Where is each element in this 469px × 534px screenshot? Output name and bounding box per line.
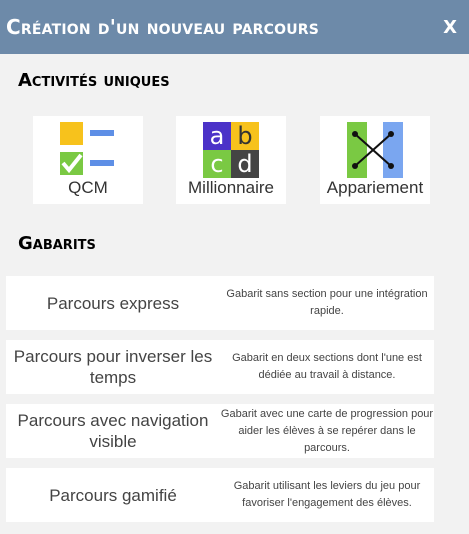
template-title: Parcours avec navigation visible: [17, 411, 209, 451]
activities-section-title: Activités uniques: [18, 70, 170, 91]
letter-a: a: [210, 122, 225, 150]
template-title: Parcours express: [46, 293, 180, 313]
template-title: Parcours pour inverser les temps: [13, 347, 213, 387]
template-row-gamifie[interactable]: Parcours gamifié Gabarit utilisant les l…: [6, 468, 434, 522]
template-description: Gabarit utilisant les leviers du jeu pou…: [233, 480, 421, 509]
template-row-inverser[interactable]: Parcours pour inverser les temps Gabarit…: [6, 340, 434, 394]
appariement-icon: [347, 122, 403, 178]
dialog-header: Création d'un nouveau parcours X: [0, 0, 469, 54]
letter-c: c: [210, 150, 223, 178]
dialog-title: Création d'un nouveau parcours: [6, 15, 320, 39]
activity-tile-qcm[interactable]: QCM: [33, 116, 143, 204]
template-description: Gabarit sans section pour une intégratio…: [226, 288, 428, 317]
millionnaire-icon: a b c d: [203, 122, 259, 178]
close-icon[interactable]: X: [443, 17, 457, 38]
template-row-express[interactable]: Parcours express Gabarit sans section po…: [6, 276, 434, 330]
letter-d: d: [237, 150, 252, 178]
template-row-navigation[interactable]: Parcours avec navigation visible Gabarit…: [6, 404, 434, 458]
activity-tile-appariement[interactable]: Appariement: [320, 116, 430, 204]
template-description: Gabarit avec une carte de progression po…: [220, 407, 434, 454]
templates-section-title: Gabarits: [18, 233, 96, 254]
qcm-icon: [60, 122, 114, 175]
template-title: Parcours gamifié: [49, 485, 177, 505]
letter-b: b: [237, 122, 252, 150]
activity-label: QCM: [68, 178, 108, 197]
activity-label: Millionnaire: [188, 178, 274, 197]
activity-label: Appariement: [326, 178, 424, 197]
template-description: Gabarit en deux sections dont l'une est …: [232, 352, 422, 381]
activity-tile-millionnaire[interactable]: a b c d Millionnaire: [176, 116, 286, 204]
